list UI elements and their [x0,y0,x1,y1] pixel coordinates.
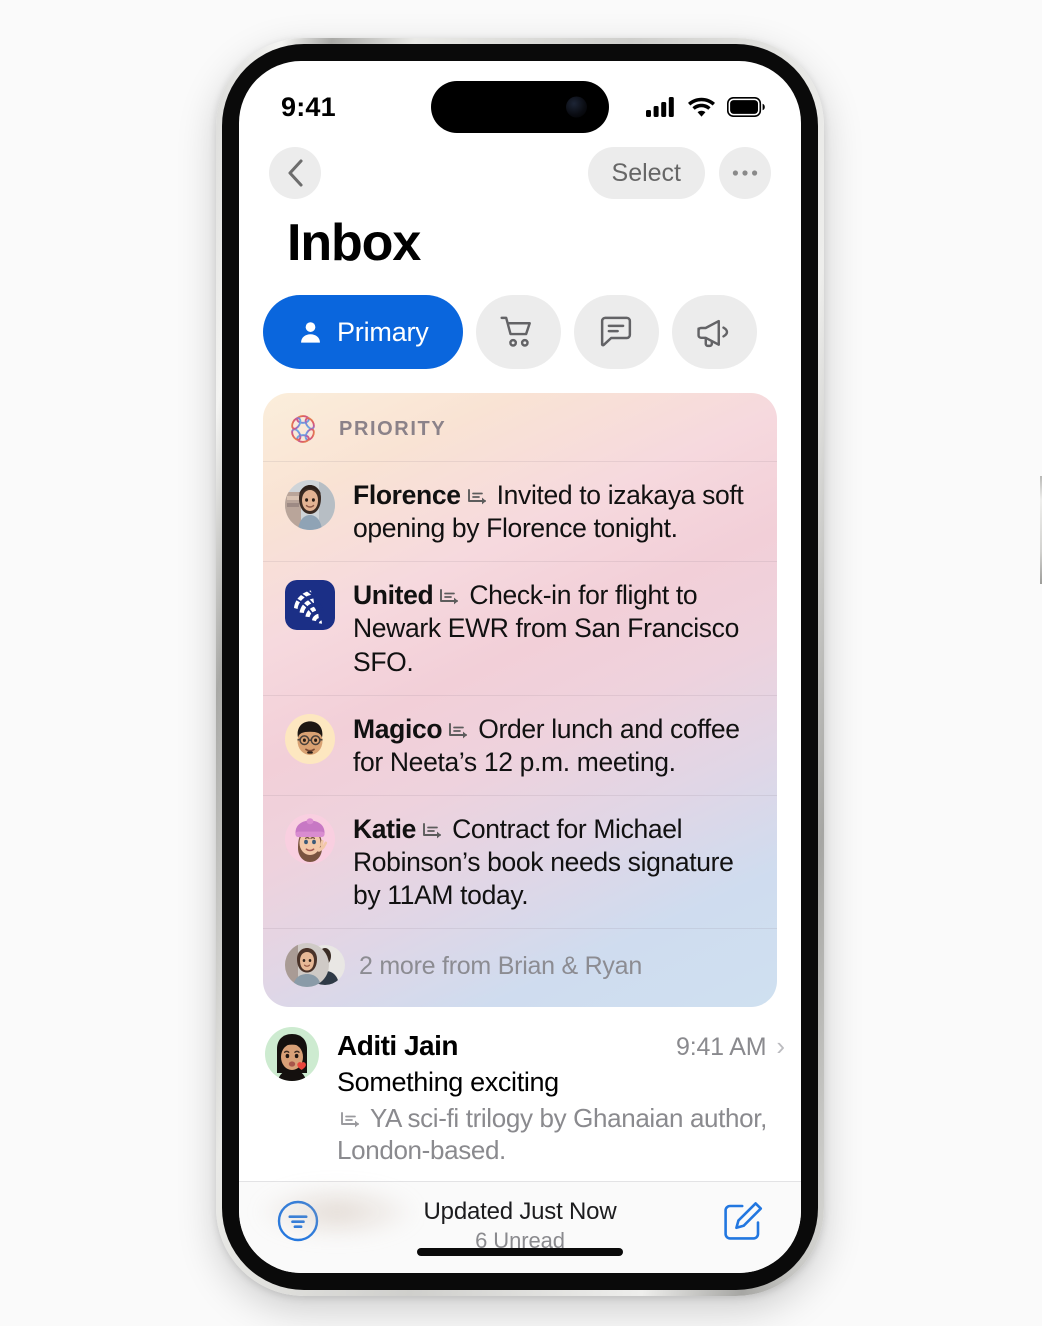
message-list[interactable]: PRIORITY Florence Invited to izakaya sof… [239,381,801,1181]
forwarded-arrow-icon [423,822,442,839]
priority-sender: Magico [353,713,443,744]
avatar-florence [285,480,335,530]
wifi-icon [688,97,715,117]
dynamic-island [431,81,609,133]
forwarded-arrow-icon [467,489,486,505]
bottom-toolbar: Updated Just Now 6 Unread [239,1181,801,1273]
status-time: 9:41 [281,91,336,122]
forwarded-arrow-icon [449,722,468,739]
iphone-device: 9:41 Select Inbox Primary PRIORITY Flore… [216,38,1042,1296]
compose-icon [724,1202,763,1240]
compose-button[interactable] [721,1198,763,1247]
priority-row[interactable]: Magico Order lunch and coffee for Neeta’… [263,694,777,795]
mail-preview: YA sci-fi trilogy by Ghanaian author, Lo… [337,1102,768,1166]
page-title: Inbox [287,214,421,272]
tab-primary[interactable]: Primary [263,295,463,369]
screenshot-stage: 9:41 Select Inbox Primary PRIORITY Flore… [0,0,1042,1326]
avatar-aditi-jain [265,1027,319,1082]
mail-header: Aditi Jain 9:41 AM › [337,1027,785,1062]
priority-row-text: Magico Order lunch and coffee for Neeta’… [353,712,753,779]
memoji-aditi [265,1027,319,1082]
chevron-left-icon [287,159,303,187]
mail-sender: Aditi Jain [337,1030,459,1062]
mail-subject: Something exciting [337,1067,559,1098]
mail-body: Aditi Jain 9:41 AM › Something exciting … [337,1027,785,1166]
priority-row-text: Florence Invited to izakaya soft opening… [353,478,753,545]
mail-time: 9:41 AM [676,1033,767,1062]
avatar-magico [285,713,335,764]
memoji-magico [285,713,335,764]
priority-more-row[interactable]: 2 more from Brian & Ryan [263,928,777,1007]
sync-status-title: Updated Just Now [423,1198,617,1225]
priority-row-text: United Check-in for flight to Newark EWR… [353,578,753,678]
tab-updates[interactable] [573,295,659,369]
person-icon [301,321,320,343]
mail-preview-line: YA sci-fi trilogy by Ghanaian author, Lo… [337,1102,785,1167]
priority-row-text: Katie Contract for Michael Robinson’s bo… [353,812,753,912]
priority-card[interactable]: PRIORITY Florence Invited to izakaya sof… [263,393,777,1008]
priority-sender: United [353,580,434,611]
cart-icon [500,316,532,347]
priority-header: PRIORITY [263,393,777,461]
avatar-stack [285,943,345,989]
category-tabs: Primary [263,295,801,369]
mail-row-aditi-jain[interactable]: Aditi Jain 9:41 AM › Something exciting … [239,1007,801,1181]
priority-label: PRIORITY [339,417,447,440]
filter-icon [277,1200,319,1242]
photo-brian [285,943,329,988]
more-options-button[interactable] [719,147,771,199]
logo-united [285,580,335,631]
ellipsis-icon [732,170,758,176]
priority-row[interactable]: Florence Invited to izakaya soft opening… [263,461,777,561]
avatar-katie [285,813,335,864]
cellular-signal-icon [646,97,674,117]
sync-status: Updated Just Now 6 Unread [319,1198,721,1254]
home-indicator[interactable] [417,1248,623,1256]
priority-sender: Florence [353,480,461,510]
avatar-united [285,580,335,631]
status-indicators [646,96,765,118]
status-bar: 9:41 [239,61,801,135]
megaphone-icon [697,319,729,348]
priority-more-text: 2 more from Brian & Ryan [359,951,642,980]
photo-brian-image [285,943,329,988]
front-camera-lens [566,96,587,118]
back-button[interactable] [269,147,321,199]
memoji-katie [285,813,335,864]
forwarded-arrow-icon [440,589,459,605]
photo-florence [285,480,335,530]
select-button[interactable]: Select [587,147,705,199]
tab-primary-label: Primary [337,316,429,347]
filter-button[interactable] [277,1198,319,1247]
battery-icon [727,97,765,117]
tab-promotions[interactable] [671,295,757,369]
phone-screen: 9:41 Select Inbox Primary PRIORITY Flore… [239,61,801,1273]
chat-bubble-icon [601,316,632,347]
priority-sender: Katie [353,813,417,844]
chevron-right-icon: › [776,1031,785,1062]
tab-transactions[interactable] [475,295,561,369]
apple-intelligence-icon [291,415,315,443]
navigation-bar: Select [239,135,801,211]
priority-row[interactable]: Katie Contract for Michael Robinson’s bo… [263,794,777,928]
forwarded-arrow-icon [341,1111,359,1128]
priority-row[interactable]: United Check-in for flight to Newark EWR… [263,561,777,694]
